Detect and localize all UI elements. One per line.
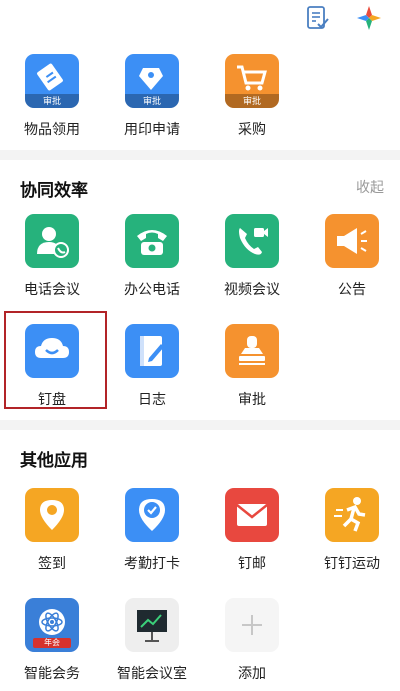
highlight-box: [4, 311, 107, 409]
app-label: 智能会议室: [117, 665, 187, 681]
app-label: 考勤打卡: [124, 555, 180, 571]
section-title-other-apps: 其他应用: [20, 451, 88, 470]
app-label: 智能会务: [24, 665, 80, 681]
app-label: 视频会议: [224, 281, 280, 297]
document-check-icon[interactable]: [305, 5, 331, 31]
app-item-request[interactable]: 审批 物品领用: [0, 54, 100, 144]
attendance-icon: [125, 488, 179, 542]
dingtalk-logo-icon[interactable]: [356, 5, 382, 31]
smart-meeting-room-icon: [125, 598, 179, 652]
approval-badge: 审批: [25, 94, 79, 108]
approval-stamp-icon: [225, 324, 279, 378]
section-divider: [0, 420, 400, 430]
app-purchase[interactable]: 审批 采购: [200, 54, 300, 144]
phone-meeting-icon: [25, 214, 79, 268]
app-smart-conference[interactable]: 年会 智能会务: [0, 598, 100, 688]
app-label: 签到: [38, 555, 66, 571]
approval-badge: 审批: [125, 94, 179, 108]
mail-icon: [225, 488, 279, 542]
item-request-icon: 审批: [25, 54, 79, 108]
purchase-cart-icon: 审批: [225, 54, 279, 108]
app-label: 办公电话: [124, 281, 180, 297]
app-label: 用印申请: [124, 121, 180, 137]
app-label: 物品领用: [24, 121, 80, 137]
collapse-link[interactable]: 收起: [356, 177, 384, 197]
video-meeting-icon: [225, 214, 279, 268]
app-sport[interactable]: 钉钉运动: [300, 488, 400, 578]
app-office-phone[interactable]: 办公电话: [100, 214, 200, 304]
app-attendance[interactable]: 考勤打卡: [100, 488, 200, 578]
journal-icon: [125, 324, 179, 378]
app-phone-meeting[interactable]: 电话会议: [0, 214, 100, 304]
app-label: 添加: [238, 665, 266, 681]
app-smart-meeting-room[interactable]: 智能会议室: [100, 598, 200, 688]
top-bar: [0, 0, 400, 36]
app-label: 电话会议: [24, 281, 80, 297]
section-divider: [0, 150, 400, 160]
check-in-icon: [25, 488, 79, 542]
smart-conference-icon: 年会: [25, 598, 79, 652]
announcement-icon: [325, 214, 379, 268]
app-mail[interactable]: 钉邮: [200, 488, 300, 578]
section-title-collaboration: 协同效率: [20, 181, 88, 200]
app-announcement[interactable]: 公告: [300, 214, 400, 304]
app-label: 钉钉运动: [324, 555, 380, 571]
app-label: 采购: [238, 121, 266, 137]
app-label: 公告: [338, 281, 366, 297]
app-approval[interactable]: 审批: [200, 324, 300, 414]
app-check-in[interactable]: 签到: [0, 488, 100, 578]
app-label: 钉邮: [238, 555, 266, 571]
app-video-meeting[interactable]: 视频会议: [200, 214, 300, 304]
sport-run-icon: [325, 488, 379, 542]
app-label: 日志: [138, 391, 166, 407]
app-journal[interactable]: 日志: [100, 324, 200, 414]
office-phone-icon: [125, 214, 179, 268]
app-label: 审批: [238, 391, 266, 407]
seal-request-icon: 审批: [125, 54, 179, 108]
app-seal-request[interactable]: 审批 用印申请: [100, 54, 200, 144]
add-app-button[interactable]: 添加: [200, 598, 300, 688]
conference-badge: 年会: [44, 638, 60, 647]
add-icon: [225, 598, 279, 652]
approval-badge: 审批: [225, 94, 279, 108]
